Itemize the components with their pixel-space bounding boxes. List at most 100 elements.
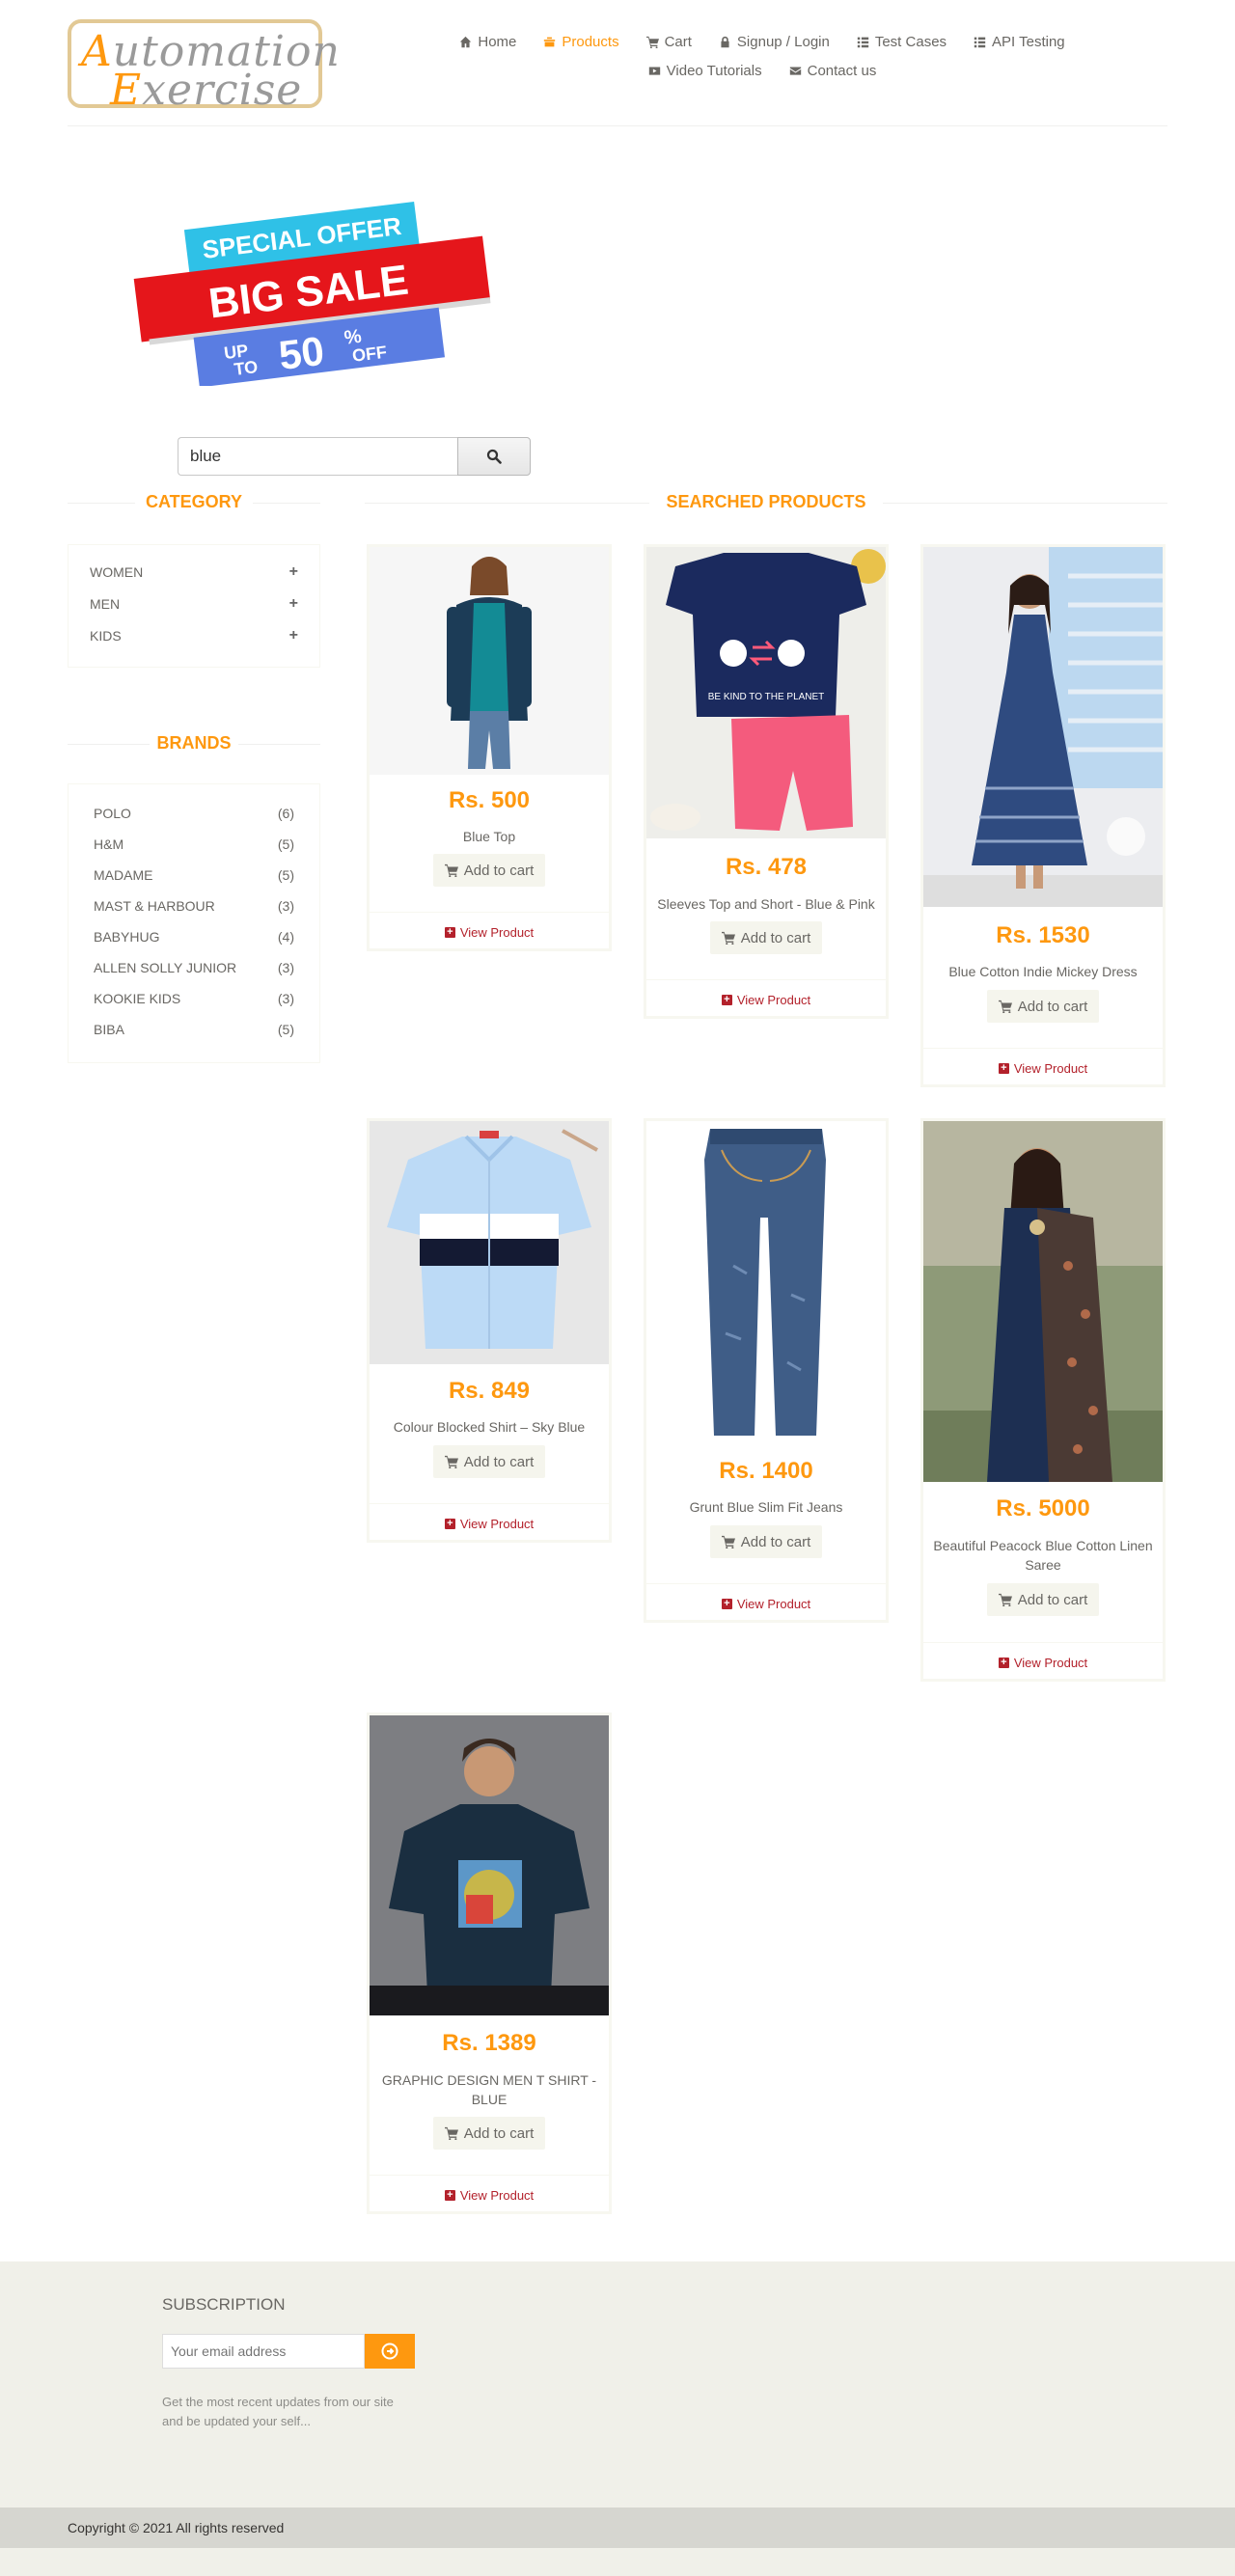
- brands-heading: Brands: [156, 733, 232, 753]
- arrow-circle-right-icon: [381, 2343, 398, 2360]
- subscription-heading: Subscription: [162, 2295, 286, 2314]
- product-card: Rs. 500 Blue Top Add to cart + View Produ…: [367, 544, 612, 951]
- cart-icon: [444, 1455, 458, 1468]
- plus-square-icon: +: [998, 1658, 1009, 1668]
- nav-video-tutorials[interactable]: Video Tutorials: [635, 63, 776, 79]
- brand-babyhug[interactable]: Babyhug (4): [94, 927, 294, 946]
- plus-icon: +: [288, 627, 298, 644]
- nav-home[interactable]: Home: [446, 34, 530, 50]
- product-card: Rs. 849 Colour Blocked Shirt – Sky Blue …: [367, 1118, 612, 1543]
- subscribe-button[interactable]: [365, 2334, 415, 2369]
- plus-icon: +: [288, 595, 298, 612]
- products-icon: [544, 37, 556, 46]
- product-name: GRAPHIC DESIGN MEN T SHIRT - BLUE: [381, 2072, 597, 2107]
- lock-icon: [721, 36, 729, 47]
- add-to-cart-button[interactable]: Add to cart: [710, 1525, 822, 1558]
- copyright-text: Copyright © 2021 All rights reserved: [68, 2520, 285, 2535]
- product-image: [370, 547, 609, 775]
- product-card: BE KIND TO THE PLANET Rs. 478 Sleeves To…: [644, 544, 889, 1019]
- youtube-icon: [648, 66, 660, 75]
- cart-icon: [998, 1593, 1012, 1606]
- product-price: Rs. 478: [725, 854, 808, 880]
- subscribe-email-input[interactable]: [162, 2334, 365, 2369]
- category-men[interactable]: Men +: [90, 594, 298, 614]
- category-kids[interactable]: Kids +: [90, 626, 298, 645]
- nav-api-testing[interactable]: API Testing: [960, 34, 1079, 50]
- product-image: BE KIND TO THE PLANET: [646, 547, 886, 838]
- product-name: Colour Blocked Shirt – Sky Blue: [393, 1419, 586, 1435]
- cart-icon: [998, 1000, 1012, 1013]
- product-price: Rs. 1530: [996, 922, 1090, 948]
- category-panel: Women + Men + Kids +: [68, 544, 320, 668]
- product-card: Rs. 1389 GRAPHIC DESIGN MEN T SHIRT - BL…: [367, 1713, 612, 2214]
- search-button[interactable]: [457, 437, 531, 476]
- page: Automation Exercise Home Products Cart S…: [0, 0, 1235, 2576]
- product-price: Rs. 1400: [719, 1458, 813, 1484]
- product-price: Rs. 5000: [996, 1495, 1090, 1521]
- list-icon: [857, 37, 869, 47]
- plus-square-icon: +: [721, 1599, 732, 1609]
- cart-icon: [444, 2126, 458, 2140]
- add-to-cart-button[interactable]: Add to cart: [433, 2117, 545, 2150]
- view-product-link[interactable]: + View Product: [370, 925, 609, 940]
- banner-50: 50: [276, 328, 326, 378]
- view-product-link[interactable]: + View Product: [923, 1656, 1163, 1670]
- nav-cart[interactable]: Cart: [633, 34, 705, 50]
- product-name: Blue Top: [462, 829, 516, 844]
- product-name: Grunt Blue Slim Fit Jeans: [689, 1499, 843, 1515]
- search-icon: [486, 449, 502, 464]
- nav-signup-login[interactable]: Signup / Login: [705, 34, 843, 50]
- brands-panel: Polo (6) H&M (5) Madame (5) Mast & Harbour(…: [68, 783, 320, 1063]
- brand-polo[interactable]: Polo (6): [94, 804, 294, 823]
- brand-biba[interactable]: Biba (5): [94, 1020, 294, 1039]
- header-divider: [68, 125, 1167, 126]
- plus-square-icon: +: [444, 1519, 455, 1529]
- product-card: Rs. 5000 Beautiful Peacock Blue Cotton L…: [920, 1118, 1166, 1682]
- product-price: Rs. 500: [448, 787, 531, 813]
- add-to-cart-button[interactable]: Add to cart: [987, 1583, 1099, 1616]
- brand-madame[interactable]: Madame (5): [94, 865, 294, 885]
- product-name: Blue Cotton Indie Mickey Dress: [948, 964, 1138, 979]
- product-name: Sleeves Top and Short - Blue & Pink: [657, 896, 875, 912]
- cart-icon: [645, 36, 659, 48]
- view-product-link[interactable]: + View Product: [646, 993, 886, 1007]
- view-product-link[interactable]: + View Product: [646, 1597, 886, 1611]
- brand-mast-harbour[interactable]: Mast & Harbour (3): [94, 896, 294, 916]
- product-image: [646, 1121, 886, 1444]
- logo-cap-a: A: [81, 27, 113, 76]
- product-price: Rs. 849: [448, 1378, 531, 1404]
- plus-square-icon: +: [721, 995, 732, 1005]
- cart-icon: [444, 863, 458, 877]
- brand-kookie-kids[interactable]: Kookie Kids (3): [94, 989, 294, 1008]
- site-logo[interactable]: Automation Exercise: [68, 19, 340, 115]
- category-heading: Category: [145, 492, 242, 511]
- brand-allen-solly-junior[interactable]: Allen Solly Junior (3): [94, 958, 294, 977]
- view-product-link[interactable]: + View Product: [923, 1061, 1163, 1076]
- nav-contact-us[interactable]: Contact us: [776, 63, 891, 79]
- plus-icon: +: [288, 563, 298, 580]
- plus-square-icon: +: [998, 1063, 1009, 1074]
- subscription-text: Get the most recent updates from our sit…: [162, 2395, 394, 2428]
- view-product-link[interactable]: + View Product: [370, 1517, 609, 1531]
- list-icon: [974, 37, 986, 47]
- product-image: [923, 1121, 1163, 1482]
- logo-cap-e: E: [110, 66, 143, 115]
- product-card: Rs. 1530 Blue Cotton Indie Mickey Dress …: [920, 544, 1166, 1087]
- view-product-link[interactable]: + View Product: [370, 2188, 609, 2203]
- product-card: Rs. 1400 Grunt Blue Slim Fit Jeans Add t…: [644, 1118, 889, 1623]
- category-women[interactable]: Women +: [90, 562, 298, 582]
- nav-test-cases[interactable]: Test Cases: [843, 34, 960, 50]
- add-to-cart-button[interactable]: Add to cart: [987, 990, 1099, 1023]
- nav-products[interactable]: Products: [530, 34, 632, 50]
- add-to-cart-button[interactable]: Add to cart: [710, 921, 822, 954]
- brand-hm[interactable]: H&M (5): [94, 835, 294, 854]
- add-to-cart-button[interactable]: Add to cart: [433, 1445, 545, 1478]
- home-icon: [460, 36, 472, 47]
- product-name: Beautiful Peacock Blue Cotton Linen Sare…: [933, 1538, 1153, 1573]
- product-price: Rs. 1389: [442, 2030, 536, 2056]
- sale-banner-image: SPECIAL OFFER BIG SALE UP TO 50 % OFF: [133, 201, 491, 386]
- add-to-cart-button[interactable]: Add to cart: [433, 854, 545, 887]
- main-nav: Home Products Cart Signup / Login Test C…: [453, 27, 1071, 85]
- copyright-bar: Copyright © 2021 All rights reserved: [0, 2507, 1235, 2548]
- search-product-input[interactable]: [178, 437, 457, 476]
